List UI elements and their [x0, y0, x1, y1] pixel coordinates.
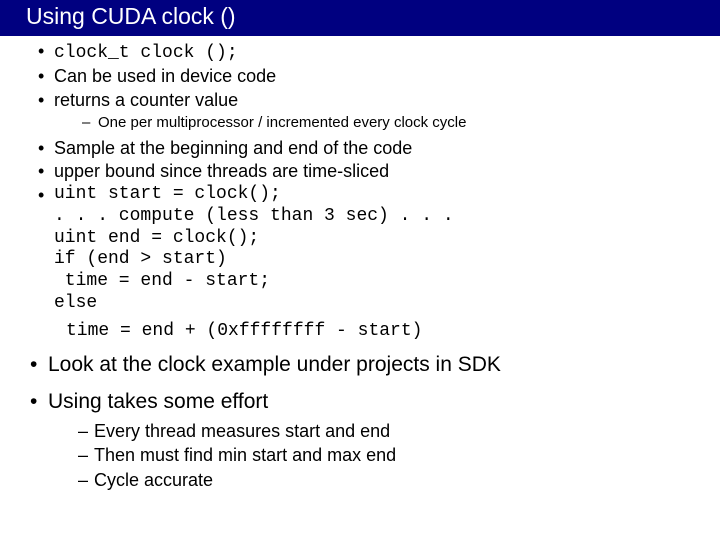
- bullet-item: Using takes some effort Every thread mea…: [30, 388, 720, 493]
- sub-bullet-text: One per multiprocessor / incremented eve…: [98, 114, 466, 131]
- bullet-text: Using takes some effort: [48, 390, 268, 413]
- sub-bullet-text: Then must find min start and max end: [94, 445, 396, 465]
- sub-bullet-list: One per multiprocessor / incremented eve…: [54, 113, 720, 133]
- bullet-item: Can be used in device code: [38, 65, 720, 88]
- sub-bullet-list: Every thread measures start and end Then…: [48, 420, 720, 492]
- bullet-list: clock_t clock (); Can be used in device …: [12, 40, 720, 316]
- bullet-item: clock_t clock ();: [38, 40, 720, 65]
- bullet-item: Look at the clock example under projects…: [30, 351, 720, 379]
- sub-bullet-item: Every thread measures start and end: [78, 420, 720, 443]
- slide-content: clock_t clock (); Can be used in device …: [0, 36, 720, 493]
- code-line-orphan: time = end + (0xffffffff - start): [66, 321, 720, 343]
- bullet-list-large: Look at the clock example under projects…: [12, 351, 720, 492]
- bullet-text: Sample at the beginning and end of the c…: [54, 138, 412, 158]
- bullet-item: upper bound since threads are time-slice…: [38, 160, 720, 183]
- slide-title: Using CUDA clock (): [0, 0, 720, 36]
- sub-bullet-text: Cycle accurate: [94, 470, 213, 490]
- sub-bullet-item: Then must find min start and max end: [78, 444, 720, 467]
- bullet-text: upper bound since threads are time-slice…: [54, 161, 389, 181]
- bullet-text: clock_t clock ();: [54, 43, 238, 63]
- sub-bullet-item: Cycle accurate: [78, 469, 720, 492]
- code-block: uint start = clock(); . . . compute (les…: [54, 184, 720, 316]
- sub-bullet-item: One per multiprocessor / incremented eve…: [82, 113, 720, 133]
- bullet-item: returns a counter value One per multipro…: [38, 89, 720, 133]
- bullet-text: Look at the clock example under projects…: [48, 353, 501, 376]
- bullet-item: uint start = clock(); . . . compute (les…: [38, 184, 720, 316]
- bullet-text: returns a counter value: [54, 90, 238, 110]
- sub-bullet-text: Every thread measures start and end: [94, 421, 390, 441]
- bullet-item: Sample at the beginning and end of the c…: [38, 137, 720, 160]
- slide: Using CUDA clock () clock_t clock (); Ca…: [0, 0, 720, 540]
- bullet-text: Can be used in device code: [54, 66, 276, 86]
